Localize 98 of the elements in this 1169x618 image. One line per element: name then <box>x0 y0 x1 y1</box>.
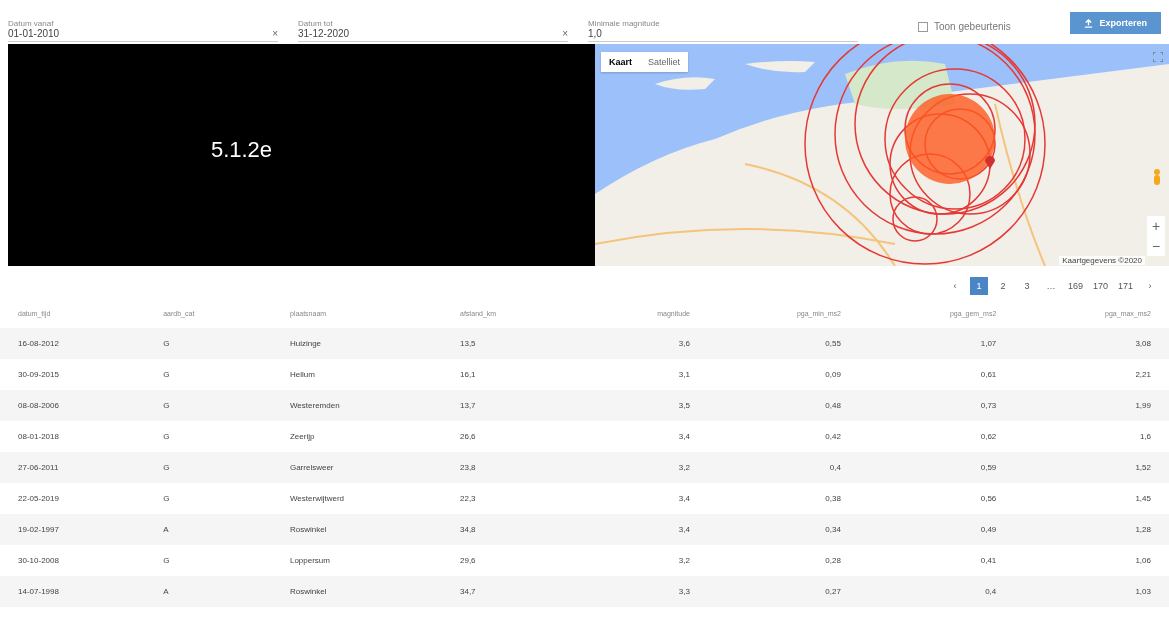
table-cell: 1,45 <box>1014 483 1169 514</box>
table-cell: 3,4 <box>578 483 708 514</box>
previous-page-button[interactable]: ‹ <box>945 277 964 295</box>
table-cell: 0,34 <box>707 514 859 545</box>
next-page-button[interactable]: › <box>1141 277 1159 295</box>
table-cell: G <box>145 421 272 452</box>
page-button[interactable]: 171 <box>1115 277 1135 295</box>
fullscreen-icon[interactable] <box>1153 52 1163 62</box>
table-cell: 3,4 <box>578 421 708 452</box>
table-cell: G <box>145 359 272 390</box>
field-label: Datum tot <box>298 19 334 28</box>
table-cell: Loppersum <box>271 545 442 576</box>
person-icon[interactable] <box>1153 169 1161 185</box>
table-cell: 16,1 <box>442 359 579 390</box>
table-cell: 1,99 <box>1014 390 1169 421</box>
table-cell: 0,4 <box>858 576 1015 607</box>
table-cell: 0,4 <box>707 452 859 483</box>
page-button[interactable]: 1 <box>969 277 988 295</box>
table-cell: 08-01-2018 <box>0 421 146 452</box>
table-cell: Westeremden <box>271 390 442 421</box>
table-cell: 0,62 <box>858 421 1015 452</box>
table-cell: 0,55 <box>707 328 859 359</box>
table-cell: 16-08-2012 <box>0 328 146 359</box>
table-cell: 0,61 <box>858 359 1015 390</box>
table-cell: G <box>145 390 272 421</box>
table-cell: 1,6 <box>1014 421 1169 452</box>
table-cell: 30-10-2008 <box>0 545 146 576</box>
table-cell: 22,3 <box>442 483 579 514</box>
table-cell: 08-08-2006 <box>0 390 146 421</box>
table-cell: 3,5 <box>578 390 708 421</box>
page-button[interactable]: 169 <box>1065 277 1085 295</box>
table-cell: Garrelsweer <box>271 452 442 483</box>
table-cell: 0,42 <box>707 421 859 452</box>
table-cell: G <box>145 452 272 483</box>
table-cell: Westerwijtwerd <box>271 483 442 514</box>
map-attribution: Kaartgegevens ©2020 <box>1059 256 1145 265</box>
table-cell: A <box>145 514 272 545</box>
table-cell: 0,73 <box>858 390 1015 421</box>
table-cell: 27-06-2011 <box>0 452 146 483</box>
table-cell: 30-09-2015 <box>0 359 146 390</box>
table-cell: A <box>145 576 272 607</box>
field-label: Datum vanaf <box>8 19 55 28</box>
table-cell: 0,41 <box>858 545 1015 576</box>
checkbox[interactable] <box>918 21 928 32</box>
table-cell: 3,1 <box>578 359 708 390</box>
field-label: Minimale magnitude <box>588 19 661 28</box>
table-cell: 1,07 <box>858 328 1015 359</box>
table-cell: Zeerijp <box>271 421 442 452</box>
table-cell: G <box>145 328 272 359</box>
clear-button[interactable]: × <box>272 28 278 39</box>
table-cell: 3,2 <box>578 545 708 576</box>
table-cell: 3,6 <box>578 328 708 359</box>
table-cell: 0,56 <box>858 483 1015 514</box>
table-cell: 23,8 <box>442 452 579 483</box>
table-cell: 14-07-1998 <box>0 576 146 607</box>
table-cell: 29,6 <box>442 545 579 576</box>
page-button[interactable]: 3 <box>1017 277 1036 295</box>
checkbox-label: Toon gebeurtenis <box>934 21 1011 32</box>
table-cell: 0,48 <box>707 390 859 421</box>
table-cell: 0,28 <box>707 545 859 576</box>
table-cell: 1,06 <box>1014 545 1169 576</box>
table-cell: 0,59 <box>858 452 1015 483</box>
version-text: 5.1.2e <box>210 137 273 163</box>
table-cell: 13,5 <box>442 328 579 359</box>
table-cell: 3,4 <box>578 514 708 545</box>
table-cell: 0,09 <box>707 359 859 390</box>
table-cell: 0,38 <box>707 483 859 514</box>
date-field[interactable]: 01-01-2010 <box>8 28 60 39</box>
clear-button[interactable]: × <box>562 28 568 39</box>
table-cell: 34,8 <box>442 514 579 545</box>
table-cell: 34,7 <box>442 576 579 607</box>
table-cell: 2,21 <box>1014 359 1169 390</box>
table-cell: 26,6 <box>442 421 579 452</box>
table-cell: Hellum <box>271 359 442 390</box>
table-cell: 0,49 <box>858 514 1015 545</box>
map-type-tab[interactable]: Satelliet <box>640 52 689 72</box>
table-cell: 3,3 <box>578 576 708 607</box>
date-field[interactable]: 31-12-2020 <box>298 28 350 39</box>
table-cell: 19-02-1997 <box>0 514 146 545</box>
date-field[interactable]: 1,0 <box>588 28 602 39</box>
table-cell: 0,27 <box>707 576 859 607</box>
upload-icon <box>1084 18 1094 28</box>
table-cell: 1,03 <box>1014 576 1169 607</box>
table-cell: 13,7 <box>442 390 579 421</box>
page-button[interactable]: 170 <box>1090 277 1110 295</box>
table-cell: Huizinge <box>271 328 442 359</box>
table-cell: G <box>145 545 272 576</box>
table-cell: 3,2 <box>578 452 708 483</box>
table-cell: Roswinkel <box>271 514 442 545</box>
table-cell: 3,08 <box>1014 328 1169 359</box>
table-cell: G <box>145 483 272 514</box>
page-button[interactable]: 2 <box>993 277 1012 295</box>
page-button[interactable]: … <box>1041 277 1060 295</box>
table-cell: 22-05-2019 <box>0 483 146 514</box>
map-type-tab[interactable]: Kaart <box>601 52 640 72</box>
table-cell: Roswinkel <box>271 576 442 607</box>
table-cell: 1,52 <box>1014 452 1169 483</box>
table-cell: 1,28 <box>1014 514 1169 545</box>
